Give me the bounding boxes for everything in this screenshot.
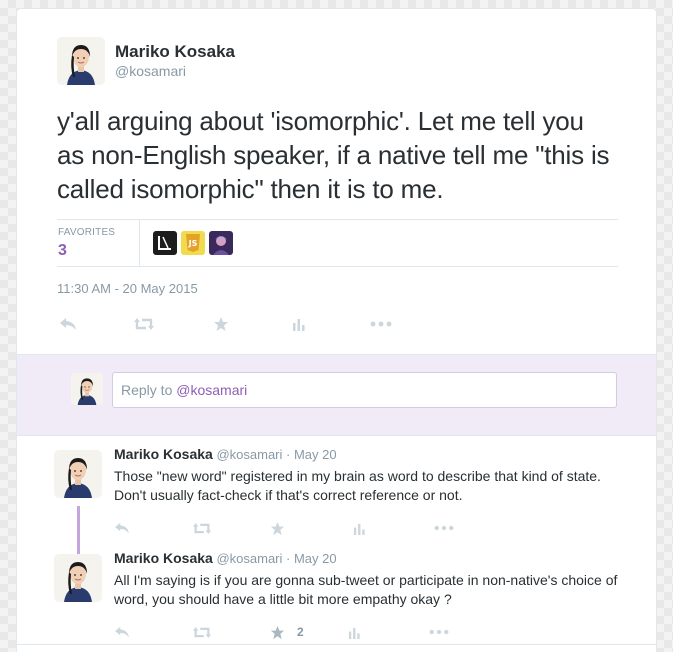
purple-portrait-avatar[interactable] (209, 231, 233, 255)
reply-author-avatar[interactable] (54, 554, 102, 602)
current-user-avatar (71, 373, 103, 405)
reply-body: Mariko Kosaka @kosamari · May 20 Those "… (114, 446, 636, 505)
letter-L-avatar[interactable] (153, 231, 177, 255)
reply-body: Mariko Kosaka @kosamari · May 20 All I'm… (114, 550, 636, 609)
tweet-stats: FAVORITES 3 JS (57, 219, 618, 267)
favorites-stat[interactable]: FAVORITES 3 (57, 220, 140, 266)
reply-placeholder-prefix: Reply to (121, 382, 177, 398)
reply-item[interactable]: Mariko Kosaka @kosamari · May 20 All I'm… (17, 540, 656, 644)
reply-header: Mariko Kosaka @kosamari · May 20 (114, 446, 636, 463)
favorite-star-icon[interactable] (270, 622, 285, 642)
reply-actions: 2 (114, 622, 449, 642)
analytics-icon[interactable] (353, 518, 366, 538)
reply-author-avatar[interactable] (54, 450, 102, 498)
reply-icon[interactable] (114, 622, 130, 642)
js-logo-avatar[interactable]: JS (181, 231, 205, 255)
reply-thread: Mariko Kosaka @kosamari · May 20 Those "… (17, 436, 656, 645)
more-icon[interactable] (370, 314, 392, 334)
reply-author-name[interactable]: Mariko Kosaka (114, 550, 213, 566)
reply-item[interactable]: Mariko Kosaka @kosamari · May 20 Those "… (17, 436, 656, 540)
tweet-timestamp[interactable]: 11:30 AM - 20 May 2015 (57, 281, 616, 296)
favorite-star-icon[interactable] (270, 518, 285, 538)
reply-placeholder-mention: @kosamari (176, 382, 248, 398)
analytics-icon[interactable] (348, 622, 361, 642)
favoriter-avatars: JS (140, 220, 233, 266)
reply-compose-area: Reply to @kosamari (17, 354, 656, 436)
analytics-icon[interactable] (292, 314, 306, 334)
main-tweet: Mariko Kosaka @kosamari y'all arguing ab… (17, 9, 656, 354)
tweet-card: Mariko Kosaka @kosamari y'all arguing ab… (16, 8, 657, 652)
favorite-count: 2 (297, 625, 304, 639)
retweet-icon[interactable] (133, 314, 155, 334)
reply-actions (114, 518, 454, 538)
author-name[interactable]: Mariko Kosaka (115, 42, 235, 62)
tweet-actions (57, 314, 616, 334)
divider (17, 644, 656, 645)
reply-icon[interactable] (59, 314, 77, 334)
reply-text: All I'm saying is if you are gonna sub-t… (114, 572, 618, 607)
author-info: Mariko Kosaka @kosamari (115, 42, 235, 80)
favorites-count: 3 (58, 242, 67, 259)
author-avatar[interactable] (57, 37, 105, 85)
favorites-label: FAVORITES (58, 227, 116, 238)
reply-author-name[interactable]: Mariko Kosaka (114, 446, 213, 462)
reply-date[interactable]: · May 20 (286, 551, 337, 566)
more-icon[interactable] (429, 622, 449, 642)
retweet-icon[interactable] (192, 622, 212, 642)
reply-icon[interactable] (114, 518, 130, 538)
reply-date[interactable]: · May 20 (286, 447, 337, 462)
favorite-star-icon[interactable] (213, 314, 229, 334)
more-icon[interactable] (434, 518, 454, 538)
reply-header: Mariko Kosaka @kosamari · May 20 (114, 550, 636, 567)
svg-text:JS: JS (188, 239, 198, 248)
reply-author-handle[interactable]: @kosamari (216, 551, 282, 566)
retweet-icon[interactable] (192, 518, 212, 538)
tweet-text: y'all arguing about 'isomorphic'. Let me… (57, 106, 610, 204)
author-handle[interactable]: @kosamari (115, 62, 235, 80)
reply-text: Those "new word" registered in my brain … (114, 468, 601, 503)
reply-author-handle[interactable]: @kosamari (216, 447, 282, 462)
reply-input[interactable]: Reply to @kosamari (112, 372, 617, 408)
tweet-header: Mariko Kosaka @kosamari (57, 37, 616, 85)
